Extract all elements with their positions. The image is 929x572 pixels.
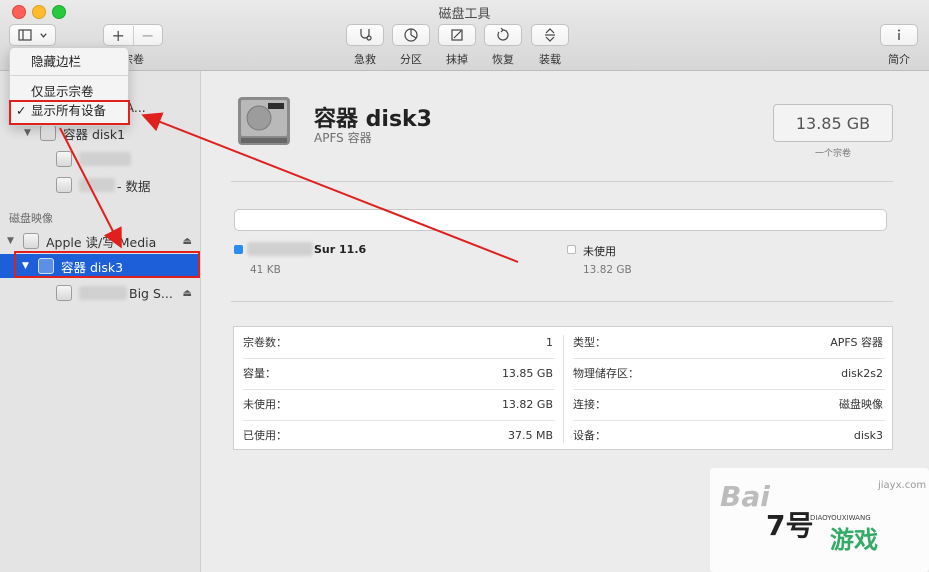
eject-icon[interactable]: ⏏ xyxy=(183,236,192,247)
blurred-name xyxy=(79,178,115,192)
capacity-box: 13.85 GB xyxy=(773,104,893,142)
watermark-number: 7号 xyxy=(766,509,814,542)
info-row: 物理储存区： disk2s2 xyxy=(564,358,892,389)
highlight-container-disk3 xyxy=(14,251,200,278)
section-header-disk-images: 磁盘映像 xyxy=(9,212,53,225)
info-key: 宗卷数： xyxy=(243,336,287,349)
info-key: 物理储存区： xyxy=(573,367,639,380)
mount-label: 装载 xyxy=(539,53,561,66)
info-row: 设备： disk3 xyxy=(564,420,892,451)
volume-add-remove: + − xyxy=(103,24,163,46)
mount-button[interactable] xyxy=(531,24,569,46)
eject-icon[interactable]: ⏏ xyxy=(183,288,192,299)
info-button[interactable] xyxy=(880,24,918,46)
info-value: 磁盘映像 xyxy=(839,398,883,411)
menu-item-hide-sidebar[interactable]: 隐藏边栏 xyxy=(10,52,128,72)
volume-icon xyxy=(56,177,72,193)
stethoscope-icon xyxy=(360,29,372,41)
sidebar-item-volume-bigsur[interactable]: Big S... ⏏ xyxy=(0,281,200,305)
hard-drive-icon xyxy=(238,97,290,145)
volume-icon xyxy=(56,285,72,301)
info-key: 容量： xyxy=(243,367,276,380)
info-value: disk3 xyxy=(853,429,883,442)
divider xyxy=(231,301,893,302)
info-key: 未使用： xyxy=(243,398,287,411)
sidebar-item-label: Apple 读/写 Media xyxy=(46,234,157,250)
disk-image-icon xyxy=(23,233,39,249)
first-aid-label: 急救 xyxy=(354,53,376,66)
disk-utility-window: 磁盘工具 + − 宗卷 急救 分区 抹掉 恢复 装载 简介 ▼ 容器 disk1… xyxy=(0,0,929,572)
info-row: 连接： 磁盘映像 xyxy=(564,389,892,420)
disclosure-triangle-icon[interactable]: ▼ xyxy=(7,236,17,246)
add-volume-button[interactable]: + xyxy=(104,25,134,45)
legend-name-used: Sur 11.6 xyxy=(314,243,367,256)
watermark-site: jiayx.com xyxy=(878,480,927,491)
blurred-name xyxy=(247,242,313,256)
sidebar-item-label: Big S... xyxy=(129,285,173,301)
erase-button[interactable] xyxy=(438,24,476,46)
partition-button[interactable] xyxy=(392,24,430,46)
first-aid-button[interactable] xyxy=(346,24,384,46)
info-icon xyxy=(898,29,900,40)
restore-button[interactable] xyxy=(484,24,522,46)
info-key: 类型： xyxy=(573,336,606,349)
info-row: 已使用： 37.5 MB xyxy=(234,420,563,451)
remove-volume-button[interactable]: − xyxy=(134,26,163,45)
info-value: 13.82 GB xyxy=(501,398,553,411)
pie-chart-icon xyxy=(404,28,418,42)
legend-swatch-used xyxy=(234,245,243,254)
legend-size-free: 13.82 GB xyxy=(583,264,632,276)
blurred-name xyxy=(79,286,127,300)
info-key: 已使用： xyxy=(243,429,287,442)
legend-name-free: 未使用 xyxy=(583,245,616,258)
usage-bar xyxy=(234,209,887,231)
info-value: 1 xyxy=(546,336,553,349)
info-label: 简介 xyxy=(888,53,910,66)
volume-subtitle: APFS 容器 xyxy=(314,131,372,145)
watermark-text: 游戏 xyxy=(830,526,878,554)
info-row: 未使用： 13.82 GB xyxy=(234,389,563,420)
capacity-value: 13.85 GB xyxy=(795,113,871,133)
legend-size-used: 41 KB xyxy=(250,264,281,276)
disclosure-triangle-icon[interactable]: ▼ xyxy=(24,128,34,138)
info-row: 容量： 13.85 GB xyxy=(234,358,563,389)
sidebar-item-volume-data[interactable]: - 数据 xyxy=(0,173,200,197)
info-value: APFS 容器 xyxy=(830,336,883,349)
sidebar-view-button[interactable] xyxy=(9,24,56,46)
chevron-down-icon xyxy=(40,32,47,38)
menu-separator xyxy=(10,75,128,76)
info-key: 连接： xyxy=(573,398,606,411)
sidebar-item-label: - 数据 xyxy=(117,178,151,194)
info-value: disk2s2 xyxy=(841,367,883,380)
erase-icon xyxy=(451,29,463,41)
sidebar-item-volume-hidden[interactable] xyxy=(0,147,200,171)
restore-icon xyxy=(497,27,509,41)
mount-icon xyxy=(545,28,555,42)
divider xyxy=(231,181,893,182)
toolbar: 磁盘工具 + − 宗卷 急救 分区 抹掉 恢复 装载 简介 xyxy=(0,0,929,71)
volume-icon xyxy=(56,151,72,167)
info-row: 类型： APFS 容器 xyxy=(564,327,892,358)
info-value: 37.5 MB xyxy=(507,429,553,442)
highlight-show-all-devices xyxy=(9,100,130,125)
menu-item-show-volumes-only[interactable]: 仅显示宗卷 xyxy=(10,82,128,102)
sidebar-item-apple-media[interactable]: ▼ Apple 读/写 Media ⏏ xyxy=(0,229,200,253)
watermark-brand: Bai xyxy=(720,480,770,513)
erase-label: 抹掉 xyxy=(446,53,468,66)
container-icon xyxy=(40,125,56,141)
legend-swatch-free xyxy=(567,245,576,254)
window-title: 磁盘工具 xyxy=(438,7,491,22)
info-table: 宗卷数： 1 容量： 13.85 GB 未使用： 13.82 GB 已使用： 3… xyxy=(233,326,893,450)
info-key: 设备： xyxy=(573,429,606,442)
sidebar-icon xyxy=(18,29,32,41)
info-row: 宗卷数： 1 xyxy=(234,327,563,358)
info-value: 13.85 GB xyxy=(501,367,553,380)
restore-label: 恢复 xyxy=(492,53,514,66)
partition-label: 分区 xyxy=(400,53,422,66)
sidebar: al SATA... ▼ 容器 disk1 - 数据 磁盘映像 ▼ Apple … xyxy=(0,71,201,572)
watermark: Bai jiayx.com 7号 DIAOYOUXIWANG 游戏 xyxy=(710,468,929,572)
capacity-caption: 一个宗卷 xyxy=(814,149,851,159)
sidebar-item-label: 容器 disk1 xyxy=(63,126,126,142)
blurred-name xyxy=(79,152,131,166)
